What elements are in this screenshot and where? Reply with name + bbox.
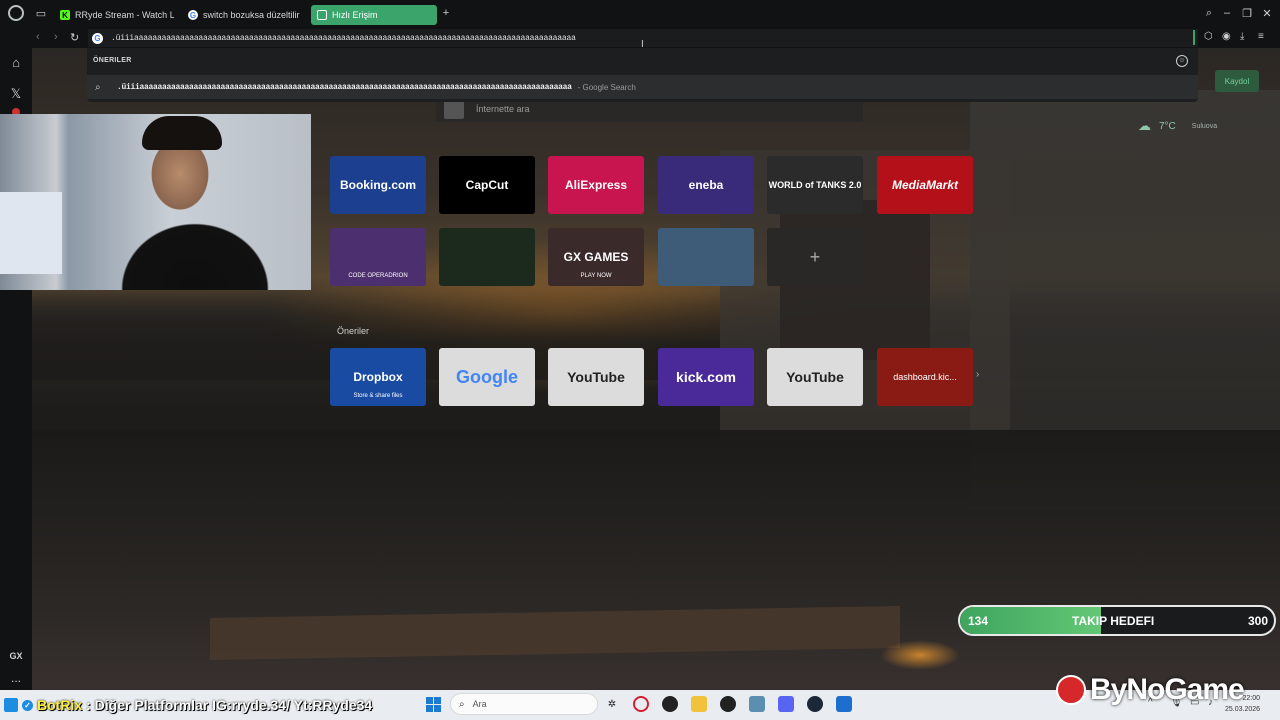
suggested-google[interactable]: Google	[439, 348, 535, 406]
download-icon[interactable]: ⤓	[1240, 31, 1244, 42]
profile-icon[interactable]: ◉	[1222, 31, 1231, 42]
bynogame-logo-icon	[1056, 675, 1086, 705]
speed-dial-aliexpress[interactable]: AliExpress	[548, 156, 644, 214]
new-tab-button[interactable]: +	[439, 7, 453, 19]
chat-overlay: ✓ BotRix : Diğer Platformlar IG:rryde.34…	[0, 694, 372, 716]
weather-city: Suluova	[1191, 122, 1218, 130]
next-arrow-icon[interactable]: ›	[976, 369, 979, 380]
bynogame-watermark: ByNoGame	[1056, 670, 1245, 710]
suggestion-query: .üiiiaaaaaaaaaaaaaaaaaaaaaaaaaaaaaaaaaaa…	[117, 82, 572, 92]
record-app-icon[interactable]	[720, 696, 736, 712]
add-speed-dial-button[interactable]: +	[767, 228, 863, 286]
speed-dial-capcut[interactable]: CapCut	[439, 156, 535, 214]
tab-speed-dial[interactable]: Hızlı Erişim	[311, 5, 437, 25]
speed-dial-game-art[interactable]	[439, 228, 535, 286]
address-text[interactable]: .üiiiaaaaaaaaaaaaaaaaaaaaaaaaaaaaaaaaaaa…	[111, 34, 576, 43]
follow-goal-target: 300	[1247, 614, 1268, 628]
gx-label[interactable]: GX	[6, 646, 26, 666]
discord-icon[interactable]	[778, 696, 794, 712]
kick-icon: K	[60, 10, 70, 20]
bag-icon[interactable]: ⌂	[6, 52, 26, 72]
close-icon[interactable]: ✕	[1260, 7, 1274, 20]
weather-cloud-icon: ☁	[1138, 118, 1151, 133]
suggested-dropbox[interactable]: Dropbox Store & share files	[330, 348, 426, 406]
webcam-person	[142, 116, 222, 150]
suggested-youtube[interactable]: YouTube	[548, 348, 644, 406]
suggestions-dropdown: ÖNERILER ☺ ⌕ .üiiiaaaaaaaaaaaaaaaaaaaaaa…	[87, 48, 1198, 102]
tab-label: Hızlı Erişim	[332, 10, 378, 20]
suggestion-row[interactable]: ⌕ .üiiiaaaaaaaaaaaaaaaaaaaaaaaaaaaaaaaaa…	[87, 75, 1198, 99]
follow-goal-current: 134	[968, 614, 989, 628]
emoji-icon[interactable]: ☺	[1176, 55, 1188, 67]
tab-label: RRyde Stream - Watch Liv	[75, 10, 174, 20]
forward-icon[interactable]: ›	[54, 31, 58, 43]
lamp-glow	[880, 640, 960, 670]
speed-dial-game-code[interactable]: CODE OPERADRION	[330, 228, 426, 286]
suggested-youtube-2[interactable]: YouTube	[767, 348, 863, 406]
focus-indicator	[1193, 30, 1195, 45]
suggested-kick[interactable]: kick.com	[658, 348, 754, 406]
back-icon[interactable]: ‹	[36, 31, 40, 43]
webcam-overlay	[0, 114, 311, 290]
obs-icon[interactable]	[662, 696, 678, 712]
speed-dial-icon	[317, 10, 327, 20]
windows-start-icon[interactable]	[426, 697, 441, 712]
x-twitter-icon[interactable]: 𝕏	[6, 84, 26, 104]
opera-gx-logo-icon[interactable]	[8, 5, 24, 21]
search-placeholder: İnternette ara	[476, 104, 530, 114]
reload-icon[interactable]: ↻	[70, 31, 79, 44]
speed-dial-world-of-tanks[interactable]: WORLD of TANKS 2.0	[767, 156, 863, 214]
app-gear-icon[interactable]	[749, 696, 765, 712]
search-icon: ⌕	[459, 698, 465, 710]
signup-button[interactable]: Kaydol	[1215, 70, 1259, 92]
watermark-text: ByNoGame	[1090, 673, 1245, 706]
search-tabs-icon[interactable]: ⌕	[1202, 7, 1216, 20]
verified-icon: ✓	[22, 699, 33, 711]
minimize-icon[interactable]: –	[1220, 7, 1234, 19]
steam-icon[interactable]	[807, 696, 823, 712]
speed-dial-world-of-warships[interactable]	[658, 228, 754, 286]
tab-rryde-stream[interactable]: K RRyde Stream - Watch Liv	[54, 5, 174, 25]
browser-sidebar: ⌂ 𝕏 GX ...	[0, 0, 32, 690]
file-explorer-icon[interactable]	[691, 696, 707, 712]
weather-temp: 7°C	[1159, 120, 1176, 132]
address-bar-row: ‹ › ↻ G .üiiiaaaaaaaaaaaaaaaaaaaaaaaaaaa…	[32, 28, 1280, 48]
bot-name: BotRix	[37, 697, 83, 713]
task-view-icon[interactable]: ✲	[604, 696, 620, 712]
search-icon: ⌕	[95, 81, 101, 93]
menu-icon[interactable]: ≡	[1258, 31, 1264, 42]
google-icon: G	[188, 10, 198, 20]
suggested-dashboard-kick[interactable]: dashboard.kic...	[877, 348, 973, 406]
tab-label: switch bozuksa düzeltilir	[203, 10, 300, 20]
follow-goal-label: TAKIP HEDEFI	[1072, 614, 1155, 628]
suggestions-header: ÖNERILER	[93, 57, 132, 64]
app-icon[interactable]	[836, 696, 852, 712]
suggestion-source: - Google Search	[577, 82, 636, 92]
more-icon[interactable]: ...	[6, 668, 26, 688]
tab-switch-search[interactable]: G switch bozuksa düzeltilir	[182, 5, 302, 25]
google-icon: G	[92, 32, 103, 44]
taskbar-search-placeholder: Ara	[472, 699, 487, 709]
maximize-icon[interactable]: ❐	[1240, 7, 1254, 20]
bot-message: : Diğer Platformlar IG:rryde.34/ Yt:RRyd…	[86, 697, 373, 713]
speed-dial-mediamarkt[interactable]: MediaMarkt	[877, 156, 973, 214]
weather-widget[interactable]: ☁ 7°C Suluova	[1132, 113, 1266, 139]
opera-gx-icon[interactable]	[633, 696, 649, 712]
speed-dial-booking[interactable]: Booking.com	[330, 156, 426, 214]
screen: ⌂ 𝕏 GX ... ▭ K RRyde Stream - Watch Liv …	[0, 0, 1280, 720]
speed-dial-eneba[interactable]: eneba	[658, 156, 754, 214]
webcam-window	[0, 192, 62, 274]
extensions-icon[interactable]: ⬡	[1204, 31, 1213, 42]
suggested-section-title: Öneriler	[337, 326, 370, 336]
tab-bar: ▭ K RRyde Stream - Watch Liv G switch bo…	[32, 0, 1280, 28]
google-icon	[444, 99, 464, 119]
botrix-icon	[4, 698, 18, 712]
tab-search-icon[interactable]: ▭	[34, 7, 48, 20]
follow-goal-widget: 134 TAKIP HEDEFI 300	[958, 605, 1276, 636]
speed-dial-gx-games[interactable]: GX GAMES PLAY NOW	[548, 228, 644, 286]
taskbar-search-input[interactable]: ⌕ Ara	[450, 693, 598, 715]
